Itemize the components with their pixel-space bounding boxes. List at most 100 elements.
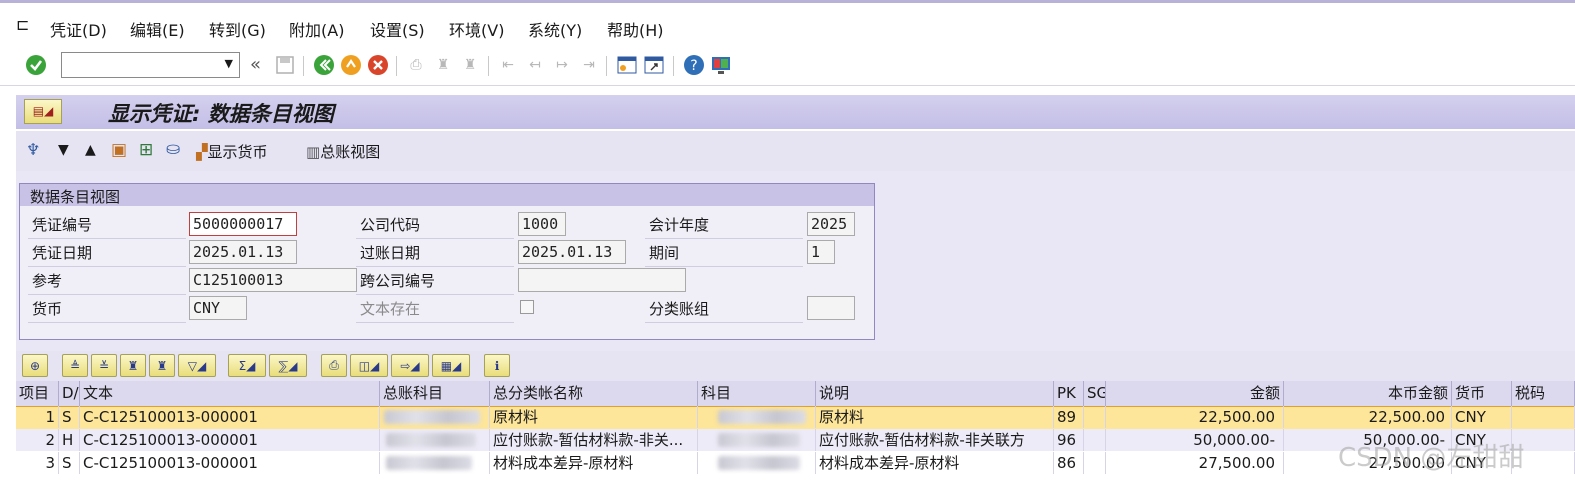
posting-date-label: 过账日期: [360, 244, 421, 262]
company-code-field[interactable]: 1000: [518, 212, 566, 236]
period-field[interactable]: 1: [807, 240, 835, 264]
print-preview-icon[interactable]: ⎙: [321, 354, 347, 377]
row-amount: 27,500.00: [1106, 452, 1284, 474]
menu-bar: ⊏ 凭证(D) 编辑(E) 转到(G) 附加(A) 设置(S) 环境(V) 系统…: [0, 0, 1575, 47]
col-gl-name[interactable]: 总分类帐名称: [490, 381, 698, 406]
display-options-icon[interactable]: ♆: [26, 140, 40, 159]
row-item: 1: [16, 406, 59, 428]
display-currency-button[interactable]: ▞显示货币: [196, 141, 268, 162]
row-account: [698, 452, 816, 474]
doc-date-field[interactable]: 2025.01.13: [189, 240, 297, 264]
col-currency[interactable]: 货币: [1452, 381, 1512, 406]
enter-check-icon[interactable]: [25, 54, 47, 76]
menu-system[interactable]: 系统(Y): [528, 17, 582, 41]
col-pk[interactable]: PK: [1054, 381, 1084, 406]
menu-help[interactable]: 帮助(H): [607, 17, 664, 41]
shortcut-icon[interactable]: [643, 54, 665, 76]
system-menu-icon[interactable]: ⊏: [16, 15, 29, 34]
find-next-icon[interactable]: ♜: [149, 354, 175, 377]
select-icon[interactable]: ⊞: [139, 140, 153, 160]
posting-date-field[interactable]: 2025.01.13: [518, 240, 626, 264]
col-tax-code[interactable]: 税码: [1512, 381, 1575, 406]
col-description[interactable]: 说明: [816, 381, 1054, 406]
col-gl-account[interactable]: 总账科目: [380, 381, 490, 406]
subtotal-icon[interactable]: ⅀◢: [269, 354, 307, 377]
command-field[interactable]: ▼: [61, 52, 240, 78]
application-toolbar: ♆ ▼ ▲ ▣ ⊞ ⛀ ▞显示货币 ▥总账视图: [16, 131, 1575, 171]
information-icon[interactable]: ℹ: [484, 354, 510, 377]
dropdown-arrow-icon[interactable]: ▼: [225, 57, 233, 70]
print-icon[interactable]: ⎙: [405, 54, 427, 76]
menu-edit[interactable]: 编辑(E): [130, 17, 185, 41]
col-text[interactable]: 文本: [80, 381, 380, 406]
menu-environment[interactable]: 环境(V): [449, 17, 504, 41]
title-menu-icon[interactable]: ▤◢: [24, 99, 62, 124]
text-exists-label: 文本存在: [360, 300, 421, 318]
col-account[interactable]: 科目: [698, 381, 816, 406]
cancel-icon[interactable]: [367, 54, 389, 76]
find-icon[interactable]: ♜: [432, 54, 454, 76]
first-page-icon[interactable]: ⇤: [497, 54, 519, 76]
row-pk: 96: [1054, 429, 1084, 451]
reference-field[interactable]: C125100013: [189, 268, 357, 292]
menu-settings[interactable]: 设置(S): [370, 17, 425, 41]
col-local-amount[interactable]: 本币金额: [1284, 381, 1452, 406]
company-code-label: 公司代码: [360, 216, 421, 234]
grid-toolbar: ⊕ ≜ ≚ ♜ ♜ ▽◢ Σ◢ ⅀◢ ⎙ ◫◢ ⇨◢ ▦◢ ℹ: [16, 351, 1575, 381]
reference-label: 参考: [32, 272, 63, 290]
previous-item-icon[interactable]: ▲: [85, 142, 96, 158]
find-next-icon[interactable]: ♜: [459, 54, 481, 76]
currency-field[interactable]: CNY: [189, 296, 247, 320]
col-sg[interactable]: SG: [1084, 381, 1106, 406]
header-icon[interactable]: ⛀: [166, 139, 180, 159]
row-sg: [1084, 429, 1106, 451]
menu-goto[interactable]: 转到(G): [209, 17, 266, 41]
col-dc[interactable]: D/: [59, 381, 80, 406]
menu-extras[interactable]: 附加(A): [289, 17, 344, 41]
row-text: C-C125100013-000001: [80, 429, 380, 451]
col-amount[interactable]: 金额: [1106, 381, 1284, 406]
row-currency: CNY: [1452, 406, 1512, 428]
ledger-group-label: 分类账组: [649, 300, 710, 318]
row-dc: S: [59, 406, 80, 428]
cross-company-field[interactable]: [518, 268, 686, 292]
details-icon[interactable]: ⊕: [22, 354, 48, 377]
filter-icon[interactable]: ▽◢: [178, 354, 216, 377]
standard-toolbar: ▼ « ⎙ ♜ ♜ ⇤ ↤ ↦ ⇥ ?: [0, 47, 1575, 86]
row-account: [698, 429, 816, 451]
back-icon[interactable]: [313, 54, 335, 76]
export-icon[interactable]: ⇨◢: [391, 354, 429, 377]
exit-icon[interactable]: [340, 54, 362, 76]
sum-icon[interactable]: Σ◢: [228, 354, 266, 377]
customize-layout-icon[interactable]: [710, 54, 732, 76]
row-pk: 86: [1054, 452, 1084, 474]
fiscal-year-label: 会计年度: [649, 216, 710, 234]
cross-company-label: 跨公司编号: [360, 272, 436, 290]
collapse-toolbar-icon[interactable]: «: [250, 54, 261, 75]
display-currency-label: 显示货币: [207, 143, 268, 161]
sort-ascending-icon[interactable]: ≜: [62, 354, 88, 377]
page-title: 显示凭证: 数据条目视图: [108, 102, 334, 126]
sort-descending-icon[interactable]: ≚: [91, 354, 117, 377]
row-text: C-C125100013-000001: [80, 452, 380, 474]
menu-document[interactable]: 凭证(D): [50, 17, 107, 41]
copy-document-icon[interactable]: ▣: [111, 140, 127, 160]
views-icon[interactable]: ◫◢: [350, 354, 388, 377]
currency-icon: ▞: [196, 143, 208, 161]
save-icon[interactable]: [274, 54, 296, 76]
fiscal-year-field[interactable]: 2025: [807, 212, 855, 236]
last-page-icon[interactable]: ⇥: [578, 54, 600, 76]
col-item[interactable]: 项目: [16, 381, 59, 406]
next-item-icon[interactable]: ▼: [58, 142, 69, 158]
group-title-bar: 数据条目视图: [20, 184, 874, 206]
find-icon[interactable]: ♜: [120, 354, 146, 377]
ledger-group-field[interactable]: [807, 296, 855, 320]
text-exists-checkbox[interactable]: [520, 300, 534, 314]
next-page-icon[interactable]: ↦: [551, 54, 573, 76]
help-icon[interactable]: ?: [683, 54, 705, 76]
new-session-icon[interactable]: [616, 54, 638, 76]
layout-icon[interactable]: ▦◢: [432, 354, 470, 377]
doc-number-field[interactable]: 5000000017: [189, 212, 297, 236]
previous-page-icon[interactable]: ↤: [524, 54, 546, 76]
gl-view-button[interactable]: ▥总账视图: [306, 141, 380, 162]
